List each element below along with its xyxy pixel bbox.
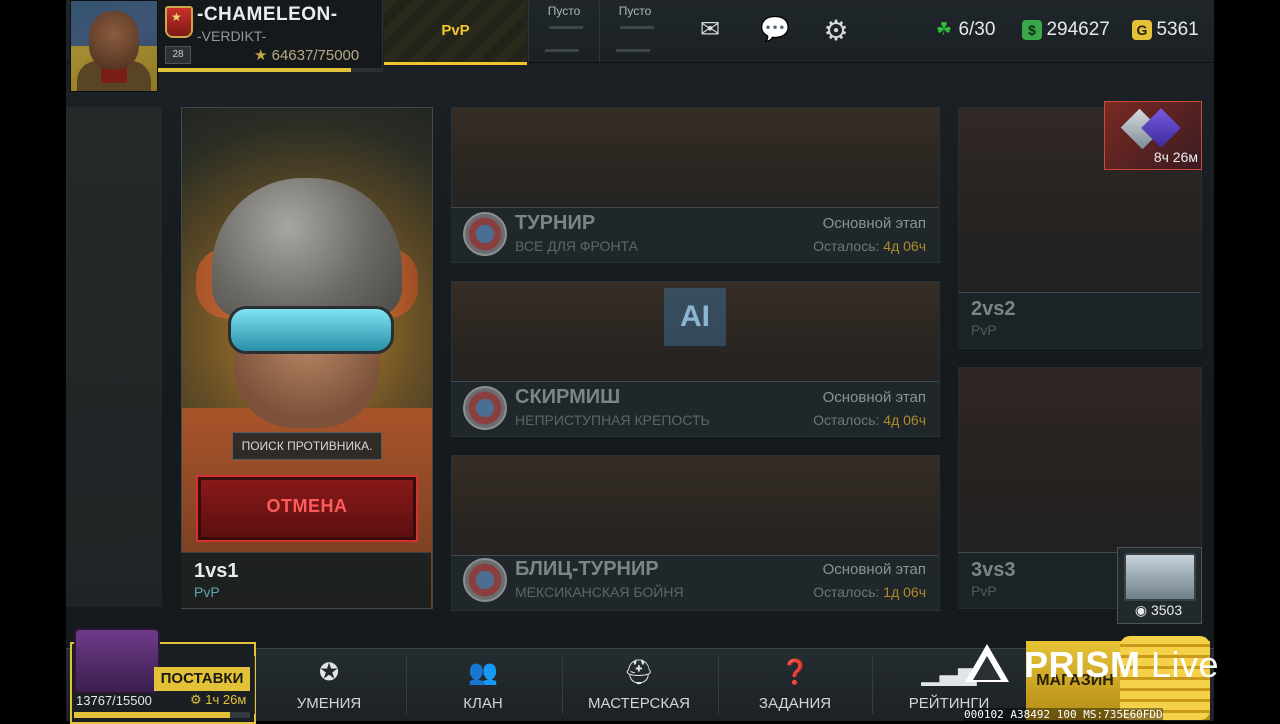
blitz-time-left: Осталось: 1д 06ч: [726, 584, 926, 600]
xp-star-icon: ★: [254, 47, 272, 64]
skirmish-stage: Основной этап: [822, 389, 926, 406]
slot-label: Пусто: [547, 4, 581, 18]
xp-bar-fill: [158, 68, 351, 72]
event-timer: 8ч 26м: [1153, 149, 1198, 165]
mode-3vs3-subtitle: PvP: [971, 583, 997, 599]
chest-icon: [1124, 553, 1196, 601]
prism-live-watermark: PRISM Live: [1024, 644, 1219, 686]
mode-subtitle: PvP: [194, 584, 220, 600]
blitz-title: БЛИЦ-ТУРНИР: [515, 558, 659, 580]
soldier-goggles: [228, 306, 394, 354]
player-nickname: -CHAMELEON-: [197, 4, 338, 25]
question-icon: ❓: [780, 659, 810, 686]
empty-slot-1[interactable]: Пусто: [528, 0, 599, 62]
avatar-face: [89, 11, 139, 69]
time-left-value: 4д 06ч: [883, 412, 926, 428]
tournament-crest-icon: [463, 212, 507, 256]
time-left-value: 1д 06ч: [883, 584, 926, 600]
xp-value: 64637/75000: [271, 47, 360, 64]
energy-icon: ☘: [935, 19, 953, 39]
player-clan: -VERDIKT-: [197, 28, 267, 44]
people-icon: 👥: [468, 659, 498, 686]
player-avatar[interactable]: [70, 0, 158, 92]
chat-icon[interactable]: 💬: [755, 15, 795, 44]
slot-rank-icon: [615, 26, 655, 52]
time-left-prefix: Осталось:: [813, 238, 884, 254]
nav-divider: [562, 656, 563, 714]
supply-progress-fill: [74, 712, 230, 718]
mode-2vs2-title: 2vs2: [971, 298, 1016, 320]
blitz-subtitle: МЕКСИКАНСКАЯ БОЙНЯ: [515, 584, 684, 600]
tab-pvp-label: PvP: [441, 22, 470, 39]
tournament-time-left: Осталось: 4д 06ч: [726, 238, 926, 254]
left-partial-card[interactable]: [66, 107, 162, 607]
mode-3vs3-title: 3vs3: [971, 559, 1016, 581]
cancel-button-label: ОТМЕНА: [266, 496, 348, 516]
nav-tasks-label: ЗАДАНИЯ: [758, 695, 832, 712]
debug-overlay-text: 000102 A38492 100 MS:735E60FDD: [964, 708, 1163, 721]
blitz-crest-icon: [463, 558, 507, 602]
blitz-stage: Основной этап: [822, 561, 926, 578]
nav-workshop-label: МАСТЕРСКАЯ: [588, 695, 690, 712]
skirmish-crest-icon: [463, 386, 507, 430]
gold-value: 5361: [1156, 19, 1199, 40]
gold-resource[interactable]: G 5361: [1132, 19, 1199, 41]
helmet-icon: ⛑: [623, 659, 655, 686]
empty-slot-2[interactable]: Пусто: [599, 0, 670, 62]
prism-suffix: Live: [1151, 644, 1220, 685]
supply-timer-text: 1ч 26м: [205, 692, 247, 707]
tournament-title: ТУРНИР: [515, 212, 596, 234]
nav-skills-label: УМЕНИЯ: [296, 695, 362, 712]
star-badge-icon: ✪: [318, 659, 340, 686]
energy-resource[interactable]: ☘ 6/30: [934, 19, 996, 41]
nav-clan-label: КЛАН: [463, 695, 503, 712]
timer-icon: ⚙: [190, 692, 206, 707]
time-left-prefix: Осталось:: [813, 412, 884, 428]
slot-label: Пусто: [618, 4, 652, 18]
nav-divider: [872, 656, 873, 714]
mode-title: 1vs1: [194, 560, 239, 582]
soldier-helmet: [212, 178, 402, 318]
energy-value: 6/30: [958, 19, 996, 40]
skirmish-subtitle: НЕПРИСТУПНАЯ КРЕПОСТЬ: [515, 412, 710, 428]
supply-label: ПОСТАВКИ: [154, 667, 250, 691]
tournament-stage: Основной этап: [822, 215, 926, 232]
chest-value: ◉ 3503: [1117, 602, 1200, 619]
skirmish-time-left: Осталось: 4д 06ч: [726, 412, 926, 428]
time-left-value: 4д 06ч: [883, 238, 926, 254]
skirmish-title: СКИРМИШ: [515, 386, 621, 408]
player-level: 28: [165, 46, 191, 64]
prism-logo-inner: [973, 656, 1001, 680]
supply-crate-icon: [74, 628, 160, 694]
player-xp: ★ 64637/75000: [254, 46, 359, 64]
rank-star-icon: ★: [171, 10, 182, 24]
mail-icon[interactable]: ✉: [690, 15, 730, 44]
search-status: ПОИСК ПРОТИВНИКА.: [232, 432, 382, 460]
supply-timer: ⚙ 1ч 26м: [190, 692, 246, 708]
medal-icon: ◉: [1134, 602, 1151, 618]
time-left-prefix: Осталось:: [813, 584, 884, 600]
dollar-icon: $: [1022, 20, 1042, 40]
nav-divider: [718, 656, 719, 714]
mode-2vs2-subtitle: PvP: [971, 322, 997, 338]
tournament-subtitle: ВСЕ ДЛЯ ФРОНТА: [515, 238, 638, 254]
chest-value-text: 3503: [1150, 602, 1183, 618]
money-resource[interactable]: $ 294627: [1022, 19, 1110, 41]
supply-progress: 13767/15500: [76, 693, 152, 708]
gold-icon: G: [1132, 20, 1152, 40]
ai-badge: AI: [664, 288, 726, 346]
slot-rank-icon: [544, 26, 584, 52]
money-value: 294627: [1046, 19, 1110, 40]
nav-divider: [406, 656, 407, 714]
prism-brand: PRISM: [1024, 644, 1141, 685]
gear-icon[interactable]: ⚙: [816, 14, 856, 47]
